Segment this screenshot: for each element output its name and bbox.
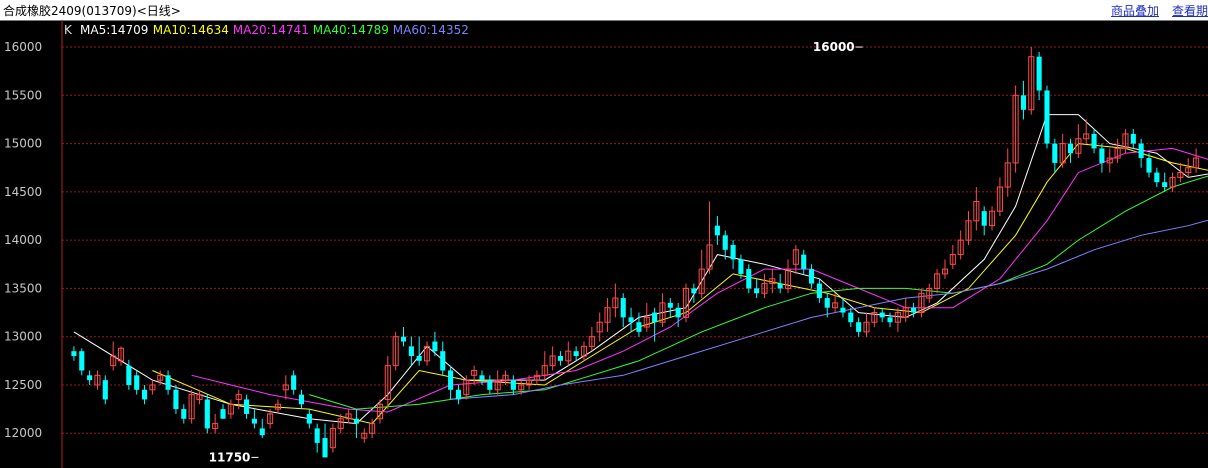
candle-body bbox=[165, 375, 171, 390]
candle-body bbox=[79, 351, 85, 371]
candle-body bbox=[911, 307, 917, 313]
candle-body bbox=[259, 428, 265, 436]
candle-body bbox=[675, 307, 681, 318]
candle-body bbox=[1052, 143, 1058, 163]
candle-body bbox=[244, 399, 250, 414]
candle-body bbox=[448, 370, 454, 390]
candle-body bbox=[173, 389, 179, 410]
title-bar: 合成橡胶2409(013709)<日线> 商品叠加 查看期 bbox=[0, 0, 1208, 21]
candle-body bbox=[298, 394, 305, 405]
candle-body bbox=[1162, 182, 1168, 188]
candle-body bbox=[738, 259, 744, 274]
candle-body bbox=[1130, 133, 1136, 144]
y-tick-label: 15500 bbox=[4, 88, 42, 102]
candle-body bbox=[353, 418, 359, 424]
candle-body bbox=[204, 399, 210, 429]
candle-body bbox=[879, 312, 885, 318]
y-tick-label: 14500 bbox=[4, 185, 42, 199]
candle-body bbox=[314, 428, 320, 443]
price-annotation: 11750 bbox=[209, 450, 251, 464]
candle-body bbox=[981, 211, 987, 226]
candle-body bbox=[746, 269, 752, 289]
candle-body bbox=[306, 413, 312, 424]
candle-body bbox=[251, 418, 257, 424]
candle-body bbox=[416, 356, 422, 361]
candle-body bbox=[102, 380, 108, 400]
ma-line-ma5 bbox=[73, 114, 1208, 425]
candle-body bbox=[722, 235, 728, 250]
candle-body bbox=[181, 409, 187, 419]
kline-label: K bbox=[64, 23, 73, 37]
candle-body bbox=[1067, 143, 1074, 154]
y-tick-label: 16000 bbox=[4, 40, 42, 54]
candle-body bbox=[636, 322, 642, 332]
candle-body bbox=[1146, 158, 1152, 173]
candle-body bbox=[714, 225, 720, 236]
candle-body bbox=[87, 375, 93, 381]
y-tick-label: 12500 bbox=[4, 378, 42, 392]
candle-body bbox=[801, 254, 807, 270]
candle-body bbox=[628, 317, 634, 323]
candle-body bbox=[557, 356, 564, 361]
candle-body bbox=[291, 375, 297, 390]
candle-body bbox=[1091, 133, 1097, 149]
candle-body bbox=[667, 302, 673, 308]
candle-body bbox=[620, 298, 626, 318]
y-tick-label: 14000 bbox=[4, 233, 42, 247]
candle-body bbox=[440, 351, 446, 371]
y-tick-label: 15000 bbox=[4, 137, 42, 151]
candle-body bbox=[1044, 90, 1050, 144]
candle-body bbox=[840, 307, 846, 313]
candle-body bbox=[455, 389, 461, 400]
y-tick-label: 13500 bbox=[4, 281, 42, 295]
ma-legend-item: MA40:14789 bbox=[313, 23, 389, 37]
view-period-link[interactable]: 查看期 bbox=[1172, 2, 1208, 19]
candle-body bbox=[71, 351, 77, 356]
candle-body bbox=[487, 380, 493, 390]
candle-body bbox=[652, 312, 658, 323]
candle-body bbox=[856, 322, 862, 332]
candle-body bbox=[134, 375, 140, 390]
candle-body bbox=[400, 336, 407, 342]
candle-body bbox=[408, 346, 414, 356]
chart-title: 合成橡胶2409(013709)<日线> bbox=[3, 4, 181, 18]
candle-body bbox=[1154, 172, 1160, 183]
candle-body bbox=[322, 438, 328, 458]
candle-body bbox=[730, 244, 736, 260]
ma-line-ma20 bbox=[191, 147, 1208, 413]
y-tick-label: 13000 bbox=[4, 330, 42, 344]
overlay-commodity-link[interactable]: 商品叠加 bbox=[1111, 2, 1159, 19]
candle-body bbox=[848, 312, 854, 323]
candle-body bbox=[809, 269, 815, 284]
candle-body bbox=[1036, 56, 1042, 91]
candle-body bbox=[510, 380, 516, 390]
ma-legend-item: MA20:14741 bbox=[233, 23, 309, 37]
candle-body bbox=[824, 298, 830, 308]
candlestick-chart: 12000 12500 13000 13500 14000 14500 15000 15500… bbox=[4, 20, 1208, 468]
candle-body bbox=[479, 375, 485, 381]
ma-line-ma10 bbox=[152, 143, 1208, 425]
candle-body bbox=[126, 365, 132, 385]
candle-body bbox=[816, 283, 822, 299]
candle-body bbox=[432, 341, 438, 352]
candle-body bbox=[1020, 95, 1026, 110]
ma-legend-item: MA5:14709 bbox=[80, 23, 148, 37]
candle-body bbox=[887, 317, 893, 323]
candle-body bbox=[1138, 143, 1144, 159]
candle-body bbox=[141, 389, 148, 400]
candle-body bbox=[691, 288, 697, 294]
candle-body bbox=[220, 409, 226, 419]
y-tick-label: 12000 bbox=[4, 426, 42, 440]
ma-legend-item: MA60:14352 bbox=[393, 23, 469, 37]
candle-body bbox=[754, 288, 760, 294]
candle-body bbox=[1099, 148, 1105, 163]
ma-legend-item: MA10:14634 bbox=[153, 23, 229, 37]
candle-body bbox=[777, 283, 783, 289]
ma-line-ma40 bbox=[309, 175, 1208, 410]
price-annotation: 16000 bbox=[813, 40, 855, 54]
candle-body bbox=[573, 351, 579, 356]
